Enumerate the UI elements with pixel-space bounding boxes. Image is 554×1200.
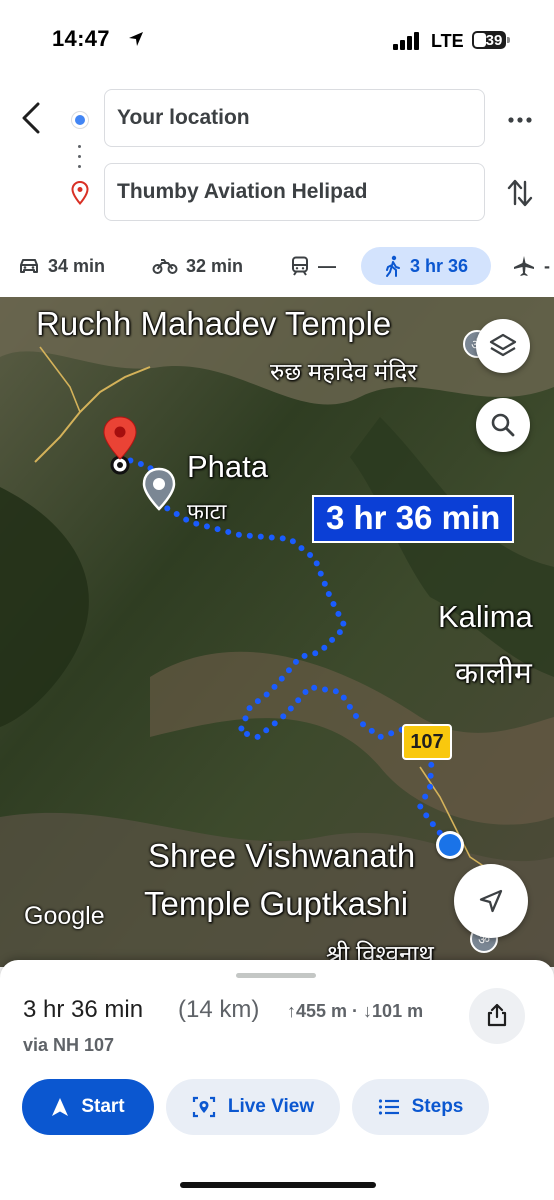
map-label-ruchh-mahadev[interactable]: Ruchh Mahadev Temple [36,305,391,343]
mode-transit[interactable]: — [290,250,336,282]
live-view-icon [192,1096,215,1118]
destination-pin-icon [71,181,89,205]
swap-icon[interactable] [505,176,535,210]
steps-button[interactable]: Steps [352,1079,489,1135]
mode-walk-label: 3 hr 36 [409,255,469,276]
navigation-arrow-icon [479,889,503,913]
battery-percent: 39 [485,32,503,49]
recenter-button[interactable] [454,864,528,938]
elevation-summary: ↑455 m · ↓101 m [287,1001,423,1022]
train-icon [292,256,308,276]
current-location-dot [436,831,464,859]
map-label-vishwanath-line1[interactable]: Shree Vishwanath [148,837,415,875]
status-time: 14:47 [52,26,110,51]
steps-label: Steps [411,1096,464,1117]
share-icon [487,1003,507,1027]
route-distance: (14 km) [178,996,260,1023]
start-label: Start [81,1096,125,1117]
search-along-route-button[interactable] [476,398,530,452]
mode-motorbike-label: 32 min [186,255,244,276]
motorbike-icon [152,259,178,274]
battery-tip [507,37,510,43]
destination-marker-icon[interactable] [101,415,139,475]
google-attribution: Google [24,902,105,930]
map-label-kalimath-hindi: कालीम [455,657,532,690]
map-label-ruchh-mahadev-hindi: रुछ महादेव मंदिर [270,359,418,386]
mode-drive[interactable]: 34 min [18,250,105,282]
map-view[interactable]: Ruchh Mahadev Temple रुछ महादेव मंदिर Ph… [0,297,554,967]
descent-icon: ↓ [363,1001,373,1021]
layers-icon [489,333,517,357]
flight-icon [514,256,534,276]
network-type: LTE [431,31,464,51]
mode-flight-label: - [544,255,550,276]
mode-transit-label: — [318,255,336,276]
map-label-phata[interactable]: Phata [187,449,268,485]
back-icon[interactable] [14,98,50,138]
place-marker-icon[interactable] [141,467,177,513]
mode-drive-label: 34 min [48,255,106,276]
live-view-button[interactable]: Live View [166,1079,340,1135]
separator: · [347,1001,364,1021]
route-duration: 3 hr 36 min [23,996,144,1023]
map-label-vishwanath-line2[interactable]: Temple Guptkashi [144,885,408,923]
route-duration-callout[interactable]: 3 hr 36 min [312,495,515,543]
location-services-icon [129,32,143,46]
more-options-icon[interactable] [505,108,535,132]
home-indicator[interactable] [180,1182,376,1188]
mode-walk-selected[interactable]: 3 hr 36 [361,247,491,285]
navigation-start-icon [52,1098,69,1116]
ascent-icon: ↑ [287,1001,296,1021]
mode-motorbike[interactable]: 32 min [152,250,243,282]
live-view-label: Live View [227,1096,315,1117]
elevation-up: 455 m [296,1001,348,1021]
walk-icon [385,255,400,277]
destination-field[interactable]: Thumby Aviation Helipad [104,163,485,221]
list-icon [378,1099,399,1115]
mode-flight[interactable]: - [512,250,550,282]
layers-button[interactable] [476,319,530,373]
sheet-drag-handle[interactable] [236,973,316,978]
origin-dot-icon [72,112,88,128]
signal-icon [393,32,421,50]
route-connector [78,145,82,171]
elevation-down: 101 m [372,1001,424,1021]
map-label-kalimath[interactable]: Kalima [438,599,533,635]
car-icon [20,259,38,273]
map-label-phata-hindi: फाटा [187,499,227,524]
search-icon [491,413,515,437]
origin-field[interactable]: Your location [104,89,485,147]
share-button[interactable] [469,988,525,1044]
road-shield-nh107: 107 [402,724,452,760]
start-button[interactable]: Start [22,1079,154,1135]
route-via: via NH 107 [23,1035,115,1055]
